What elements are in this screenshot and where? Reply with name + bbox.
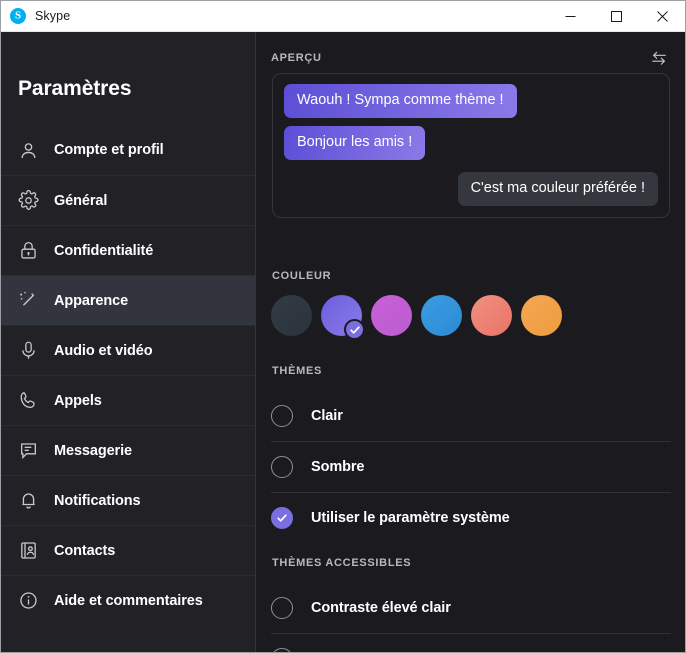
sidebar-item-label: Messagerie [54,442,132,459]
magic-wand-icon [17,290,39,312]
gear-icon [17,190,39,212]
sidebar-item-contacts[interactable]: Contacts [1,525,255,575]
swatch-fill [521,295,562,336]
sidebar-item-label: Appels [54,392,102,409]
colour-swatch-orchid[interactable] [371,295,412,336]
theme-option-sombre[interactable]: Sombre [271,441,671,492]
colour-swatch-coral[interactable] [471,295,512,336]
colour-swatch-list [271,295,562,340]
radio-button[interactable] [271,648,293,652]
sidebar-item-label: Audio et vidéo [54,342,153,359]
bell-icon [17,490,39,512]
appearance-settings-pane: APERÇU Waouh ! Sympa comme thème ! Bonjo… [257,32,685,652]
preview-header: APERÇU [271,47,671,69]
swatch-fill [471,295,512,336]
sidebar-item-appels[interactable]: Appels [1,375,255,425]
contact-card-icon [17,540,39,562]
skype-settings-window: Skype Paramètres Compte et profil [0,0,686,653]
info-circle-icon [17,590,39,612]
chat-bubble-icon [17,440,39,462]
radio-button[interactable] [271,596,293,619]
accessible-theme-option-contraste-eleve-sombre[interactable]: Contraste élevé sombre [271,633,671,652]
accessible-theme-option-contraste-eleve-clair[interactable]: Contraste élevé clair [271,582,671,633]
accessible-themes-radio-group: Contraste élevé clair Contraste élevé so… [271,582,671,652]
sidebar-item-general[interactable]: Général [1,175,255,225]
microphone-icon [17,340,39,362]
sidebar-item-label: Aide et commentaires [54,592,203,609]
sidebar-item-aide-et-commentaires[interactable]: Aide et commentaires [1,575,255,625]
themes-section-label: THÈMES [272,365,323,377]
chat-bubble-incoming: Bonjour les amis ! [284,125,426,160]
title-bar: Skype [1,1,685,32]
colour-swatch-purple[interactable] [321,295,365,340]
accessible-themes-section-label: THÈMES ACCESSIBLES [272,557,412,569]
sidebar-nav-list: Compte et profil Général Confidentialité… [1,125,255,625]
sidebar-item-label: Compte et profil [54,142,164,158]
chat-bubble-incoming: Waouh ! Sympa comme thème ! [284,84,517,118]
sidebar-item-label: Apparence [54,292,129,309]
theme-option-label: Utiliser le paramètre système [311,510,510,526]
check-icon [344,319,365,340]
theme-option-label: Sombre [311,459,365,475]
phone-icon [17,390,39,412]
close-button[interactable] [639,1,685,32]
page-title: Paramètres [18,77,132,100]
window-controls [547,1,685,31]
swatch-fill [421,295,462,336]
sidebar-item-apparence[interactable]: Apparence [1,275,255,325]
colour-section-label: COULEUR [272,270,332,282]
radio-button[interactable] [271,456,293,478]
preview-message-row: C'est ma couleur préférée ! [284,171,658,206]
theme-option-clair[interactable]: Clair [271,390,671,441]
chat-bubble-outgoing: C'est ma couleur préférée ! [457,171,658,206]
sidebar-item-audio-et-video[interactable]: Audio et vidéo [1,325,255,375]
person-icon [17,139,39,161]
swatch-fill [371,295,412,336]
colour-swatch-slate[interactable] [271,295,312,336]
radio-button-selected[interactable] [271,507,293,529]
colour-swatch-orange[interactable] [521,295,562,336]
themes-radio-group: Clair Sombre Utiliser le paramètre systè… [271,390,671,543]
sidebar-item-notifications[interactable]: Notifications [1,475,255,525]
window-title: Skype [35,9,71,23]
sidebar-item-label: Notifications [54,492,141,509]
colour-swatch-blue[interactable] [421,295,462,336]
sidebar-item-label: Contacts [54,542,116,559]
theme-option-label: Clair [311,407,343,424]
skype-logo-icon [10,8,26,24]
preview-message-row: Waouh ! Sympa comme thème ! [284,84,658,118]
sidebar-item-messagerie[interactable]: Messagerie [1,425,255,475]
swatch-fill [271,295,312,336]
theme-option-systeme[interactable]: Utiliser le paramètre système [271,492,671,543]
lock-icon [17,240,39,262]
sidebar-item-confidentialite[interactable]: Confidentialité [1,225,255,275]
sidebar-item-compte-et-profil[interactable]: Compte et profil [1,125,255,175]
title-bar-left: Skype [1,1,547,31]
swap-arrows-icon[interactable] [647,47,671,69]
sidebar-item-label: Confidentialité [54,242,154,259]
maximize-button[interactable] [593,1,639,32]
theme-preview-box: Waouh ! Sympa comme thème ! Bonjour les … [272,73,670,218]
settings-sidebar: Paramètres Compte et profil Général Conf… [1,32,256,652]
radio-button[interactable] [271,404,293,427]
sidebar-item-label: Général [54,192,108,209]
preview-section-label: APERÇU [271,52,322,64]
minimize-button[interactable] [547,1,593,32]
accessible-theme-option-label: Contraste élevé clair [311,599,451,616]
preview-message-row: Bonjour les amis ! [284,125,658,160]
